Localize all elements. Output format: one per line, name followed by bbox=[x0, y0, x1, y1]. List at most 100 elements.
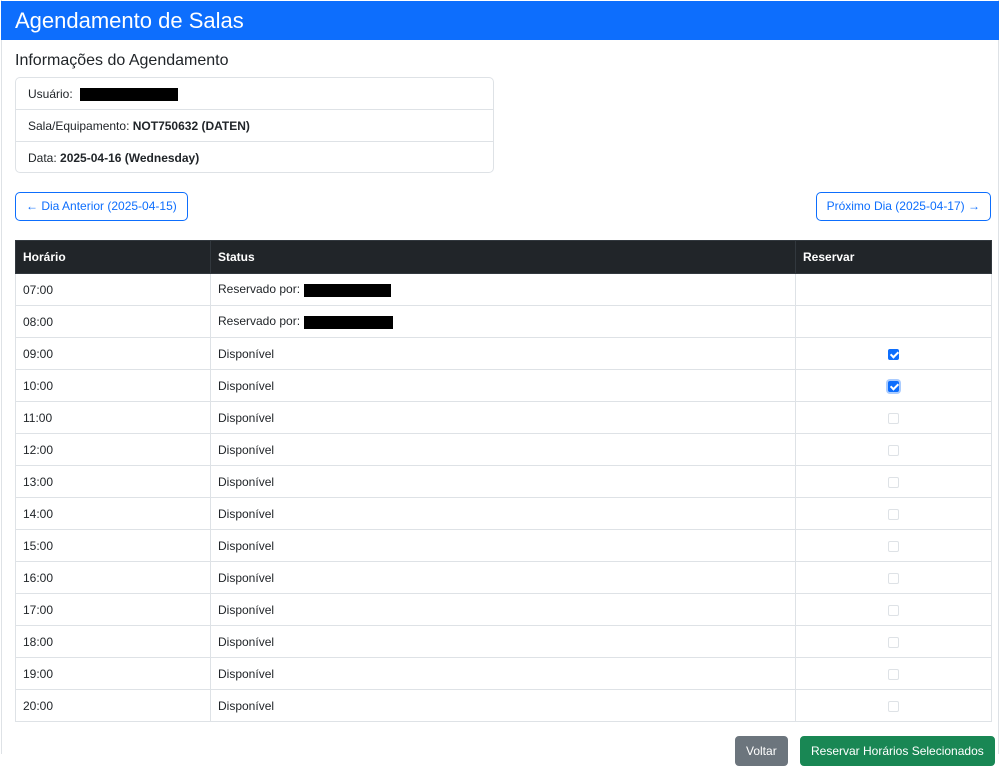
table-header-row: Horário Status Reservar bbox=[15, 240, 992, 274]
reserve-checkbox[interactable] bbox=[888, 636, 899, 648]
status-cell: Disponível bbox=[210, 593, 796, 626]
reserve-cell bbox=[795, 465, 992, 498]
time-cell: 10:00 bbox=[15, 369, 211, 402]
schedule-table-wrapper: Horário Status Reservar 07:00 Reservado p… bbox=[15, 240, 992, 722]
reserve-cell bbox=[795, 497, 992, 530]
reserve-cell bbox=[795, 305, 992, 338]
redacted-reserver-name bbox=[304, 315, 394, 329]
reserve-cell bbox=[795, 433, 992, 466]
status-cell: Disponível bbox=[210, 401, 796, 434]
status-text: Disponível bbox=[218, 474, 275, 489]
table-row: 10:00 Disponível bbox=[15, 369, 992, 402]
previous-day-button[interactable]: ← Dia Anterior (2025-04-15) bbox=[15, 192, 188, 221]
reserve-cell bbox=[795, 625, 992, 658]
column-header-status: Status bbox=[210, 240, 796, 274]
table-row: 07:00 Reservado por: bbox=[15, 273, 992, 306]
table-row: 15:00 Disponível bbox=[15, 529, 992, 562]
time-cell: 11:00 bbox=[15, 401, 211, 434]
redacted-user-name bbox=[80, 88, 179, 102]
time-cell: 18:00 bbox=[15, 625, 211, 658]
date-label: Data: bbox=[28, 151, 57, 165]
time-cell: 17:00 bbox=[15, 593, 211, 626]
reserve-cell bbox=[795, 401, 992, 434]
reserve-cell bbox=[795, 657, 992, 690]
column-header-reserve: Reservar bbox=[795, 240, 992, 274]
time-cell: 09:00 bbox=[15, 337, 211, 370]
status-cell: Disponível bbox=[210, 561, 796, 594]
reserve-checkbox[interactable] bbox=[888, 412, 899, 424]
status-text: Disponível bbox=[218, 410, 275, 425]
status-text: Disponível bbox=[218, 378, 275, 393]
status-text: Disponível bbox=[218, 666, 275, 681]
user-label: Usuário: bbox=[28, 87, 73, 101]
status-text: Disponível bbox=[218, 602, 275, 617]
reserve-checkbox[interactable] bbox=[888, 476, 899, 488]
status-text: Disponível bbox=[218, 506, 275, 521]
booking-info-card: Usuário: Sala/Equipamento: NOT750632 (DA… bbox=[15, 77, 494, 173]
next-day-button[interactable]: Próximo Dia (2025-04-17) → bbox=[815, 192, 991, 221]
reserve-checkbox[interactable] bbox=[888, 444, 899, 456]
time-cell: 07:00 bbox=[15, 273, 211, 306]
status-cell: Disponível bbox=[210, 689, 796, 722]
time-cell: 15:00 bbox=[15, 529, 211, 562]
reserve-checkbox[interactable] bbox=[888, 604, 899, 616]
reserve-cell bbox=[795, 593, 992, 626]
status-cell: Disponível bbox=[210, 433, 796, 466]
reserve-checkbox[interactable] bbox=[888, 348, 899, 360]
room-label: Sala/Equipamento: bbox=[28, 119, 130, 133]
status-text: Reservado por: bbox=[218, 314, 301, 329]
table-row: 19:00 Disponível bbox=[15, 657, 992, 690]
back-button[interactable]: Voltar bbox=[735, 736, 788, 766]
reserve-checkbox[interactable] bbox=[888, 380, 899, 392]
status-cell: Disponível bbox=[210, 337, 796, 370]
reserve-cell bbox=[795, 273, 992, 306]
table-row: 17:00 Disponível bbox=[15, 593, 992, 626]
status-cell: Reservado por: bbox=[210, 273, 796, 306]
status-cell: Reservado por: bbox=[210, 305, 796, 338]
time-cell: 12:00 bbox=[15, 433, 211, 466]
table-row: 09:00 Disponível bbox=[15, 337, 992, 370]
status-cell: Disponível bbox=[210, 369, 796, 402]
section-title: Informações do Agendamento bbox=[15, 52, 229, 69]
time-cell: 08:00 bbox=[15, 305, 211, 338]
reserve-checkbox[interactable] bbox=[888, 700, 899, 712]
reserve-checkbox[interactable] bbox=[888, 540, 899, 552]
time-cell: 20:00 bbox=[15, 689, 211, 722]
status-cell: Disponível bbox=[210, 625, 796, 658]
table-row: 12:00 Disponível bbox=[15, 433, 992, 466]
column-header-time: Horário bbox=[15, 240, 211, 274]
status-text: Disponível bbox=[218, 570, 275, 585]
time-cell: 14:00 bbox=[15, 497, 211, 530]
status-text: Disponível bbox=[218, 538, 275, 553]
reserve-checkbox[interactable] bbox=[888, 668, 899, 680]
reserve-checkbox[interactable] bbox=[888, 508, 899, 520]
time-cell: 13:00 bbox=[15, 465, 211, 498]
info-user-row: Usuário: bbox=[16, 78, 493, 110]
app-header: Agendamento de Salas bbox=[1, 1, 999, 40]
table-row: 14:00 Disponível bbox=[15, 497, 992, 530]
schedule-table: Horário Status Reservar 07:00 Reservado p… bbox=[15, 240, 992, 722]
page-title: Agendamento de Salas bbox=[15, 8, 244, 33]
status-text: Disponível bbox=[218, 442, 275, 457]
reserve-cell bbox=[795, 337, 992, 370]
status-text: Disponível bbox=[218, 346, 275, 361]
table-row: 11:00 Disponível bbox=[15, 401, 992, 434]
table-row: 18:00 Disponível bbox=[15, 625, 992, 658]
status-cell: Disponível bbox=[210, 529, 796, 562]
table-row: 16:00 Disponível bbox=[15, 561, 992, 594]
reserve-cell bbox=[795, 529, 992, 562]
room-value: NOT750632 (DATEN) bbox=[132, 119, 250, 133]
redacted-reserver-name bbox=[304, 283, 392, 297]
status-cell: Disponível bbox=[210, 497, 796, 530]
reserve-checkbox[interactable] bbox=[888, 572, 899, 584]
time-cell: 19:00 bbox=[15, 657, 211, 690]
reserve-cell bbox=[795, 689, 992, 722]
table-row: 13:00 Disponível bbox=[15, 465, 992, 498]
status-text: Disponível bbox=[218, 698, 275, 713]
table-row: 20:00 Disponível bbox=[15, 689, 992, 722]
status-text: Reservado por: bbox=[218, 282, 301, 297]
reserve-cell bbox=[795, 561, 992, 594]
status-text: Disponível bbox=[218, 634, 275, 649]
reserve-selected-button[interactable]: Reservar Horários Selecionados bbox=[800, 736, 995, 766]
time-cell: 16:00 bbox=[15, 561, 211, 594]
